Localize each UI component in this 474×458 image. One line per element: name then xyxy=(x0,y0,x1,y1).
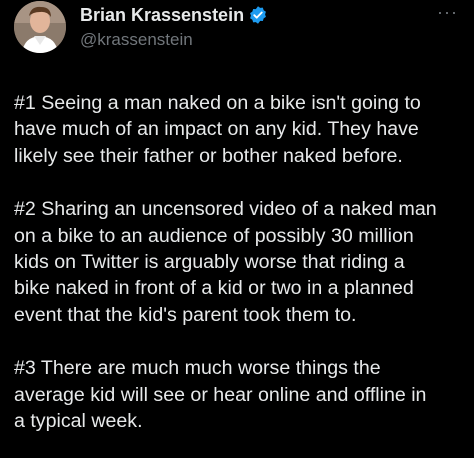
tweet-card: Brian Krassenstein @krassenstein ··· #1 … xyxy=(0,0,474,458)
author-name-row: Brian Krassenstein xyxy=(80,4,268,26)
author-handle[interactable]: @krassenstein xyxy=(80,30,193,50)
tweet-paragraph-2: #2 Sharing an uncensored video of a nake… xyxy=(14,196,464,328)
avatar[interactable] xyxy=(14,1,66,53)
more-horizontal-icon[interactable]: ··· xyxy=(437,2,458,23)
tweet-line: #2 Sharing an uncensored video of a nake… xyxy=(14,198,437,221)
tweet-line: kids on Twitter is arguably worse that r… xyxy=(14,251,405,274)
tweet-line: on a bike to an audience of possibly 30 … xyxy=(14,224,414,247)
tweet-line: average kid will see or hear online and … xyxy=(14,383,427,406)
tweet-line: have much of an impact on any kid. They … xyxy=(14,118,419,141)
tweet-line: event that the kid's parent took them to… xyxy=(14,303,357,326)
avatar-photo xyxy=(14,1,66,53)
tweet-line: a typical week. xyxy=(14,410,143,433)
tweet-text: #1 Seeing a man naked on a bike isn't go… xyxy=(14,90,464,434)
tweet-line: #1 Seeing a man naked on a bike isn't go… xyxy=(14,92,421,114)
tweet-paragraph-3: #3 There are much much worse things the … xyxy=(14,355,464,434)
verified-badge-icon xyxy=(248,5,268,25)
tweet-line: bike naked in front of a kid or two in a… xyxy=(14,277,414,300)
display-name[interactable]: Brian Krassenstein xyxy=(80,5,244,26)
tweet-paragraph-1: #1 Seeing a man naked on a bike isn't go… xyxy=(14,90,464,169)
tweet-line: #3 There are much much worse things the xyxy=(14,357,381,380)
tweet-line: likely see their father or bother naked … xyxy=(14,144,403,167)
